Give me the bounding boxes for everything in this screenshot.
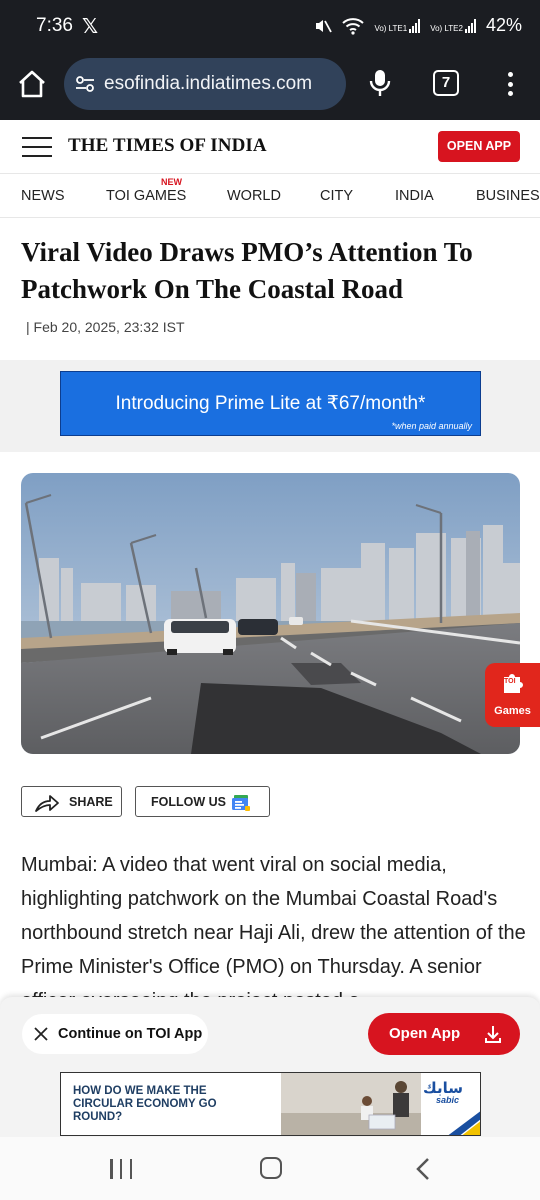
status-bar: 7:36 𝕏 Vo) LTE1 Vo) LTE2 42%	[0, 0, 540, 52]
hamburger-menu-icon[interactable]	[22, 137, 52, 157]
app-promo-bar: Continue on TOI App Open App HOW DO WE M…	[0, 997, 540, 1137]
article-headline: Viral Video Draws PMO’s Attention To Pat…	[21, 237, 473, 304]
x-app-icon: 𝕏	[82, 16, 99, 38]
toi-games-floating-button[interactable]: TOI Games	[485, 663, 540, 727]
nav-item-world[interactable]: WORLD	[227, 188, 281, 204]
download-icon	[485, 1026, 501, 1043]
address-bar[interactable]: esofindia.indiatimes.com	[64, 58, 346, 110]
sim1-label: Vo) LTE1	[374, 23, 408, 33]
url-text: esofindia.indiatimes.com	[104, 73, 313, 94]
article-date: | Feb 20, 2025, 23:32 IST	[26, 319, 185, 335]
share-button[interactable]: SHARE	[21, 786, 122, 817]
games-fab-label: Games	[494, 705, 531, 717]
prime-ad-text: Introducing Prime Lite at ₹67/month*	[115, 393, 426, 414]
tabs-count-button[interactable]: 7	[433, 70, 459, 96]
open-app-pill-button[interactable]: Open App	[368, 1013, 520, 1055]
microphone-icon[interactable]	[368, 68, 392, 98]
sim2-label: Vo) LTE2	[430, 23, 463, 33]
sabic-logo: sabic	[436, 1095, 460, 1105]
nav-item-news[interactable]: NEWS	[21, 188, 65, 204]
continue-on-app-pill: Continue on TOI App	[22, 1014, 208, 1054]
share-label: SHARE	[69, 795, 113, 809]
nav-item-toi-games[interactable]: TOI GAMES NEW	[106, 177, 187, 204]
sabic-ad-text: HOW DO WE MAKE THE CIRCULAR ECONOMY GO R…	[73, 1085, 217, 1123]
nav-item-business[interactable]: BUSINESS	[476, 188, 540, 204]
android-navigation-bar	[0, 1137, 540, 1200]
sabic-ad-photo	[281, 1073, 421, 1135]
article-body: Mumbai: A video that went viral on socia…	[21, 854, 526, 998]
nav-item-city[interactable]: CITY	[320, 188, 353, 204]
home-button-icon[interactable]	[260, 1157, 282, 1179]
mute-icon	[316, 19, 333, 32]
share-arrow-icon	[35, 795, 59, 812]
section-nav: NEWS TOI GAMES NEW WORLD CITY INDIA BUSI…	[0, 174, 540, 218]
back-icon[interactable]	[414, 1157, 432, 1181]
signal-bars-icon	[409, 18, 421, 33]
close-icon[interactable]	[32, 1025, 50, 1043]
follow-label: FOLLOW US	[151, 795, 226, 809]
new-badge: NEW	[161, 177, 182, 187]
sim2-signal: Vo) LTE2	[430, 18, 476, 33]
follow-us-button[interactable]: FOLLOW US	[135, 786, 270, 817]
recents-icon[interactable]	[110, 1159, 132, 1179]
sabic-stripe-graphic	[448, 1111, 480, 1135]
nav-item-india[interactable]: INDIA	[395, 188, 434, 204]
browser-toolbar: esofindia.indiatimes.com 7	[0, 52, 540, 120]
signal-bars-icon	[464, 18, 476, 33]
continue-label: Continue on TOI App	[58, 1026, 203, 1042]
sim1-signal: Vo) LTE1	[374, 18, 421, 33]
prime-ad-subtext: *when paid annually	[391, 421, 472, 431]
prime-lite-ad[interactable]: Introducing Prime Lite at ₹67/month* *wh…	[60, 371, 481, 436]
open-app-label: Open App	[389, 1025, 461, 1042]
site-settings-icon[interactable]	[74, 73, 96, 95]
status-time: 7:36	[36, 15, 73, 36]
status-indicators: Vo) LTE1 Vo) LTE2 42%	[314, 15, 522, 36]
article-image	[21, 473, 520, 754]
coastal-road-photo	[21, 473, 520, 754]
battery-level: 42%	[485, 15, 522, 35]
more-options-icon[interactable]	[500, 70, 520, 98]
home-icon[interactable]	[16, 68, 48, 100]
google-news-icon	[232, 795, 250, 811]
ad-banner-area: Introducing Prime Lite at ₹67/month* *wh…	[0, 360, 540, 452]
games-fab-icon-text: TOI	[504, 678, 516, 685]
site-header: THE TIMES OF INDIA OPEN APP	[0, 120, 540, 174]
open-app-button[interactable]: OPEN APP	[438, 131, 520, 162]
sabic-ad[interactable]: HOW DO WE MAKE THE CIRCULAR ECONOMY GO R…	[60, 1072, 481, 1136]
nav-item-label: TOI GAMES	[106, 188, 187, 204]
site-logo[interactable]: THE TIMES OF INDIA	[68, 135, 267, 157]
wifi-icon	[342, 17, 365, 35]
